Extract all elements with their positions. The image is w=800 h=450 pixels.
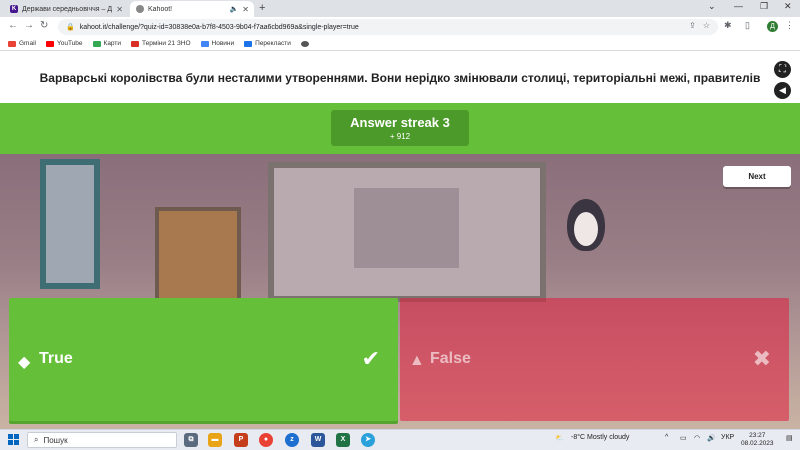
extensions-icon[interactable]: ✱ bbox=[724, 20, 732, 31]
weather-icon: ⛅ bbox=[555, 435, 564, 442]
search-placeholder: Пошук bbox=[43, 435, 68, 445]
tab-title: Kahoot! bbox=[148, 5, 173, 13]
bookmark-maps[interactable]: Карти bbox=[92, 40, 121, 47]
globe-favicon-icon bbox=[136, 5, 144, 13]
bookmark-gmail[interactable]: Gmail bbox=[8, 40, 36, 47]
zno-icon bbox=[131, 40, 140, 47]
sound-icon[interactable]: ◀ bbox=[774, 82, 791, 99]
diamond-icon: ◆ bbox=[18, 354, 31, 371]
new-tab-button[interactable]: + bbox=[259, 2, 265, 14]
window-close-icon[interactable]: ✕ bbox=[784, 1, 792, 12]
news-icon bbox=[200, 40, 209, 47]
tab-title: Держави середньовіччя – Дитя bbox=[22, 5, 113, 13]
zoom-icon[interactable]: z bbox=[285, 433, 299, 447]
checkmark-icon: ✔ bbox=[361, 346, 380, 371]
side-panel-icon[interactable]: ▯ bbox=[745, 20, 750, 31]
profile-avatar[interactable]: Д bbox=[767, 21, 778, 32]
weather-text[interactable]: -8°C Mostly cloudy bbox=[571, 434, 629, 441]
tab-search-icon[interactable]: ⌄ bbox=[708, 1, 716, 12]
restore-icon[interactable]: ❐ bbox=[760, 1, 768, 12]
menu-icon[interactable]: ⋮ bbox=[785, 20, 794, 31]
clock-date: 08.02.2023 bbox=[741, 440, 774, 447]
excel-icon[interactable]: X bbox=[336, 433, 350, 447]
search-icon: ⌕ bbox=[34, 435, 39, 444]
answer-true[interactable]: ◆ True ✔ bbox=[9, 298, 398, 421]
translate-icon bbox=[244, 40, 253, 47]
question-text: Варварські королівства були несталими ут… bbox=[39, 71, 761, 85]
background-window bbox=[40, 159, 100, 289]
tray-chevron-icon[interactable]: ^ bbox=[665, 434, 668, 441]
powerpoint-icon[interactable]: P bbox=[234, 433, 248, 447]
background-whiteboard bbox=[268, 162, 546, 302]
windows-taskbar: ⌕ Пошук ⧉ ▬ P ● z W X ➤ ⛅ -8°C Mostly cl… bbox=[0, 429, 800, 450]
notification-icon[interactable]: ▤ bbox=[786, 434, 793, 442]
globe-icon bbox=[300, 40, 309, 47]
bookmark-translate[interactable]: Перекласти bbox=[244, 40, 291, 47]
bookmark-youtube[interactable]: YouTube bbox=[45, 40, 83, 47]
kahoot-page: Варварські королівства були несталими ут… bbox=[0, 51, 800, 429]
gmail-icon bbox=[8, 40, 16, 47]
taskbar-search[interactable]: ⌕ Пошук bbox=[27, 432, 177, 448]
question-bar: Варварські королівства були несталими ут… bbox=[0, 51, 800, 103]
triangle-icon: ▲ bbox=[409, 352, 425, 369]
minimize-icon[interactable]: — bbox=[734, 1, 743, 11]
bookmark-zno[interactable]: Терміни 21 ЗНО bbox=[131, 40, 191, 47]
start-button[interactable] bbox=[8, 434, 19, 445]
bookmark-globe[interactable] bbox=[300, 40, 309, 47]
background-corkboard bbox=[155, 207, 241, 307]
reload-icon[interactable]: ↻ bbox=[40, 20, 48, 31]
file-explorer-icon[interactable]: ▬ bbox=[208, 433, 222, 447]
kahoot-favicon-icon: K bbox=[10, 5, 18, 13]
language-indicator[interactable]: УКР bbox=[721, 434, 734, 441]
clock-time: 23:27 bbox=[749, 432, 766, 439]
volume-icon[interactable]: 🔊 bbox=[707, 434, 716, 442]
points-earned: + 912 bbox=[389, 132, 411, 141]
cross-icon: ✖ bbox=[752, 346, 771, 371]
tab-lesson[interactable]: K Держави середньовіччя – Дитя ✕ bbox=[4, 1, 128, 17]
bookmarks-bar: Gmail YouTube Карти Терміни 21 ЗНО Новин… bbox=[0, 37, 800, 51]
lock-icon: 🔒 bbox=[66, 24, 75, 31]
answer-streak-box: Answer streak 3 + 912 bbox=[331, 110, 469, 146]
youtube-icon bbox=[45, 40, 54, 47]
tab-close-icon[interactable]: ✕ bbox=[242, 5, 254, 14]
address-bar[interactable]: 🔒 kahoot.it/challenge/?quiz-id=30838e0a-… bbox=[58, 19, 718, 35]
forward-icon[interactable]: → bbox=[24, 20, 34, 31]
tab-kahoot[interactable]: Kahoot! 🔈 ✕ bbox=[130, 1, 254, 17]
speaker-icon[interactable]: 🔈 bbox=[230, 5, 239, 13]
network-icon[interactable]: ▭ bbox=[680, 434, 687, 442]
streak-title: Answer streak 3 bbox=[350, 115, 450, 130]
address-text: kahoot.it/challenge/?quiz-id=30838e0a-b7… bbox=[79, 23, 359, 31]
browser-toolbar: ← → ↻ 🔒 kahoot.it/challenge/?quiz-id=308… bbox=[0, 17, 800, 37]
clock[interactable]: 23:27 08.02.2023 bbox=[741, 432, 774, 448]
bookmark-news[interactable]: Новини bbox=[200, 40, 234, 47]
next-button[interactable]: Next bbox=[723, 166, 791, 187]
answer-label: True bbox=[39, 350, 73, 367]
maps-icon bbox=[92, 40, 101, 47]
fullscreen-icon[interactable]: ⛶ bbox=[774, 61, 791, 78]
share-icon[interactable]: ⇪ bbox=[689, 21, 696, 30]
bookmark-star-icon[interactable]: ☆ bbox=[703, 21, 710, 30]
back-icon[interactable]: ← bbox=[8, 20, 18, 31]
wifi-icon[interactable]: ◠ bbox=[694, 434, 700, 442]
answer-label: False bbox=[430, 350, 471, 367]
task-view-icon[interactable]: ⧉ bbox=[184, 433, 198, 447]
browser-tab-strip: K Держави середньовіччя – Дитя ✕ Kahoot!… bbox=[0, 0, 800, 17]
chrome-icon[interactable]: ● bbox=[259, 433, 273, 447]
word-icon[interactable]: W bbox=[311, 433, 325, 447]
answer-false[interactable]: ▲ False ✖ bbox=[400, 298, 789, 421]
tab-close-icon[interactable]: ✕ bbox=[116, 5, 128, 14]
telegram-icon[interactable]: ➤ bbox=[361, 433, 375, 447]
